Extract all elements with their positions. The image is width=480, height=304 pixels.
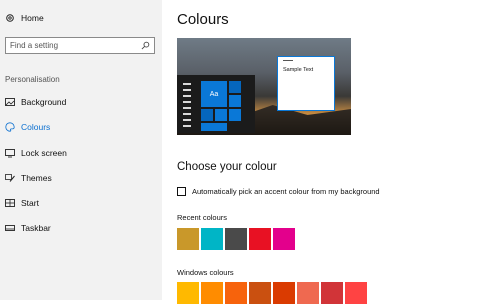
section-label-personalisation: Personalisation: [5, 75, 60, 84]
sidebar-item-label: Background: [21, 97, 67, 107]
palette-icon: [5, 122, 15, 132]
brush-icon: [5, 174, 15, 182]
home-nav-item[interactable]: Home: [5, 13, 44, 23]
sidebar-item-label: Colours: [21, 122, 51, 132]
windows-colour-swatch[interactable]: [225, 282, 247, 304]
sidebar-item-lock-screen[interactable]: Lock screen: [5, 148, 67, 158]
recent-colour-swatch[interactable]: [177, 228, 199, 250]
preview-tile-aa: Aa: [201, 81, 227, 107]
colour-preview: Aa Sample Text: [177, 38, 351, 135]
monitor-icon: [5, 149, 15, 158]
windows-colours-label: Windows colours: [177, 268, 234, 277]
choose-colour-heading: Choose your colour: [177, 161, 277, 173]
sidebar-item-background[interactable]: Background: [5, 97, 66, 107]
start-tiles-icon: [5, 199, 15, 207]
sidebar-item-label: Lock screen: [21, 148, 67, 158]
sidebar-item-label: Taskbar: [21, 223, 51, 233]
sidebar-item-label: Themes: [21, 173, 52, 183]
preview-window: Sample Text: [277, 56, 335, 111]
picture-icon: [5, 98, 15, 106]
sidebar: Home Find a setting Personalisation Back…: [0, 0, 162, 300]
sidebar-item-label: Start: [21, 198, 39, 208]
windows-colour-swatch[interactable]: [297, 282, 319, 304]
search-placeholder: Find a setting: [10, 41, 59, 50]
search-input[interactable]: Find a setting: [5, 37, 155, 54]
windows-colour-swatch[interactable]: [321, 282, 343, 304]
recent-colour-swatch[interactable]: [201, 228, 223, 250]
taskbar-icon: [5, 225, 15, 231]
sidebar-item-start[interactable]: Start: [5, 198, 39, 208]
main-content: Colours Aa Sample Text Choose your colou…: [162, 0, 480, 304]
recent-colour-swatch[interactable]: [249, 228, 271, 250]
auto-accent-option[interactable]: Automatically pick an accent colour from…: [177, 187, 380, 196]
preview-start-menu: Aa: [177, 75, 255, 133]
home-label: Home: [21, 13, 44, 23]
search-icon[interactable]: [141, 41, 150, 50]
preview-sample-text: Sample Text: [283, 67, 314, 73]
windows-colour-swatch[interactable]: [249, 282, 271, 304]
windows-colour-swatch[interactable]: [273, 282, 295, 304]
recent-colour-swatch[interactable]: [225, 228, 247, 250]
auto-accent-checkbox[interactable]: [177, 187, 186, 196]
windows-colour-swatch[interactable]: [177, 282, 199, 304]
windows-colours-row: [177, 282, 367, 304]
page-title: Colours: [177, 11, 229, 28]
auto-accent-label: Automatically pick an accent colour from…: [192, 187, 380, 196]
windows-colour-swatch[interactable]: [345, 282, 367, 304]
recent-colours-row: [177, 228, 295, 250]
windows-colour-swatch[interactable]: [201, 282, 223, 304]
recent-colours-label: Recent colours: [177, 213, 228, 222]
sidebar-item-themes[interactable]: Themes: [5, 173, 52, 183]
sidebar-item-colours[interactable]: Colours: [5, 122, 50, 132]
gear-icon: [6, 14, 14, 22]
sidebar-item-taskbar[interactable]: Taskbar: [5, 223, 51, 233]
recent-colour-swatch[interactable]: [273, 228, 295, 250]
